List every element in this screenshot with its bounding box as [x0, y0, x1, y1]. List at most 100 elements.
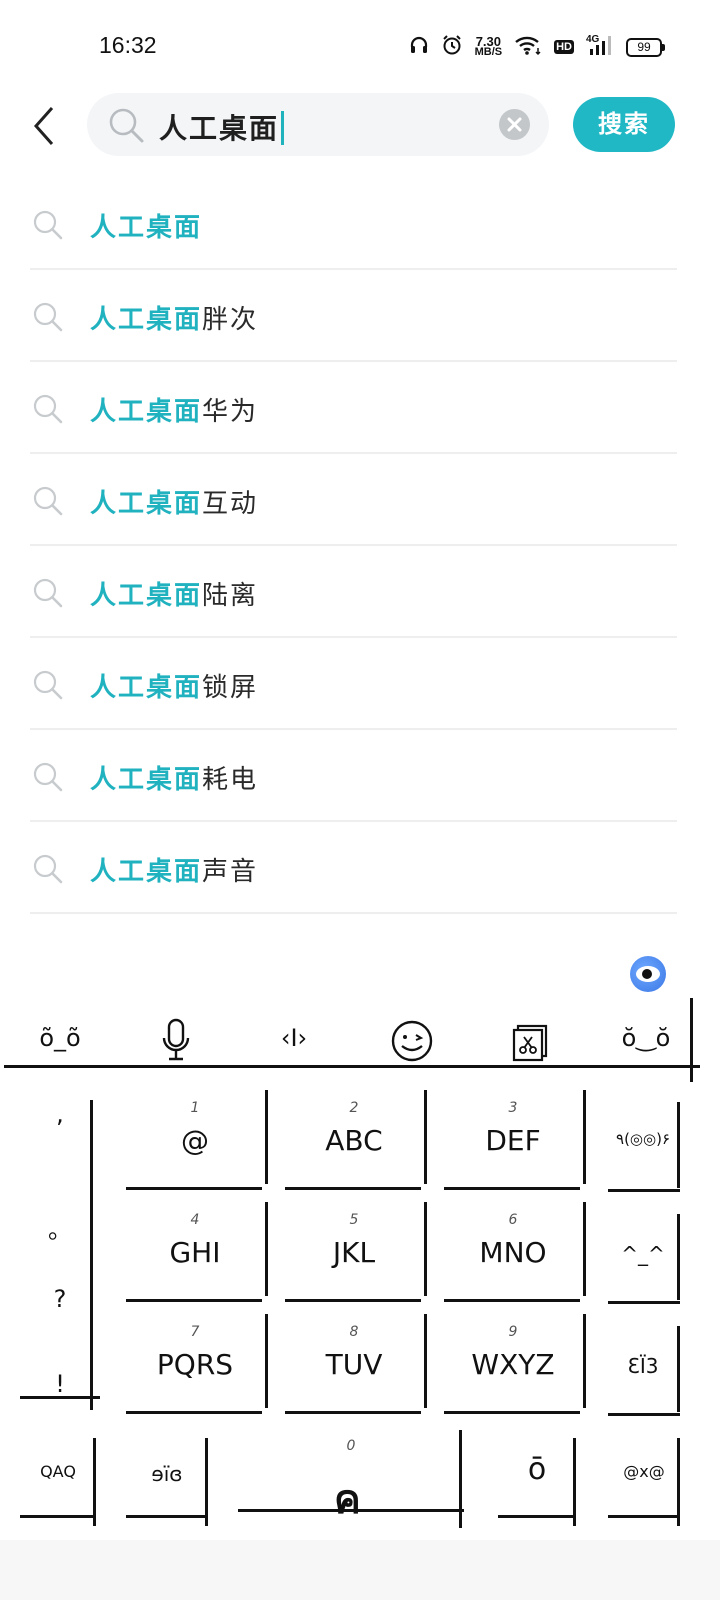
key-underline [126, 1411, 262, 1414]
suggestion-highlight: 人工桌面 [90, 489, 203, 519]
key-sideline [93, 1438, 96, 1526]
key-sideline [424, 1090, 427, 1184]
key-7[interactable]: 7 PQRS [126, 1314, 268, 1414]
key-sideline [205, 1438, 208, 1526]
punct-question-key[interactable]: ? [30, 1285, 90, 1313]
suggestion-rest: 耗电 [202, 765, 259, 795]
suggestion-item[interactable]: 人工桌面 [30, 178, 677, 270]
key-sideline [573, 1438, 576, 1526]
search-icon [32, 209, 64, 245]
punct-period-key[interactable]: 。 [30, 1210, 90, 1245]
suggestion-text: 人工桌面耗电 [90, 759, 258, 796]
back-button[interactable] [26, 104, 66, 148]
key-4[interactable]: 4 GHI [126, 1202, 268, 1302]
emoticon-key-dizzy[interactable]: @x@ [608, 1438, 680, 1526]
assistant-ball-icon[interactable] [630, 956, 666, 992]
suggestion-highlight: 人工桌面 [90, 765, 203, 795]
emoticon-text: ɘïɞ [151, 1462, 183, 1486]
suggestion-rest: 胖次 [202, 305, 259, 335]
key-underline [126, 1187, 262, 1190]
key-1[interactable]: 1 @ [126, 1090, 268, 1190]
key-number: 9 [508, 1324, 518, 1340]
clear-button[interactable] [499, 109, 530, 140]
search-input[interactable]: 人工桌面 [87, 93, 549, 156]
search-button[interactable]: 搜索 [573, 97, 675, 152]
text-caret [281, 111, 285, 145]
suggestion-rest: 互动 [202, 489, 259, 519]
search-icon [32, 761, 64, 797]
key-underline [444, 1411, 580, 1414]
key-number: 1 [190, 1100, 200, 1116]
punct-comma-key[interactable]: , [30, 1100, 90, 1128]
key-underline [285, 1411, 421, 1414]
key-underline [608, 1413, 680, 1416]
key-number: 7 [190, 1324, 200, 1340]
clock: 16:32 [99, 32, 157, 58]
punctuation-column: , 。 ? ! [30, 1090, 90, 1398]
emoticon-text: QAQ [40, 1462, 76, 1481]
clipboard-icon[interactable] [490, 1022, 570, 1068]
key-underline [285, 1187, 421, 1190]
key-8[interactable]: 8 TUV [285, 1314, 427, 1414]
search-icon [32, 577, 64, 613]
suggestion-item[interactable]: 人工桌面互动 [30, 454, 677, 546]
key-number: 5 [349, 1212, 359, 1228]
suggestion-item[interactable]: 人工桌面声音 [30, 822, 677, 914]
key-5[interactable]: 5 JKL [285, 1202, 427, 1302]
suggestion-highlight: 人工桌面 [90, 673, 203, 703]
key-3[interactable]: 3 DEF [444, 1090, 586, 1190]
toolbar-divider-vertical [690, 998, 693, 1082]
key-underline [126, 1515, 208, 1518]
key-letters: MNO [479, 1236, 547, 1269]
emoji-icon[interactable] [372, 1020, 452, 1068]
key-underline [238, 1509, 464, 1512]
space-key[interactable]: 0 ค [238, 1430, 464, 1528]
status-bar: 16:32 7.30 MB/S HD 4G 99 [0, 0, 720, 90]
key-letters: @ [181, 1124, 209, 1157]
suggestion-highlight: 人工桌面 [90, 397, 203, 427]
key-number: 8 [349, 1324, 359, 1340]
emoticon-key-qaq[interactable]: QAQ [20, 1438, 96, 1526]
close-icon [499, 117, 530, 144]
microphone-icon[interactable] [136, 1018, 216, 1068]
key-6[interactable]: 6 MNO [444, 1202, 586, 1302]
key-sideline [459, 1430, 462, 1528]
alarm-icon [441, 34, 463, 60]
key-9[interactable]: 9 WXYZ [444, 1314, 586, 1414]
search-query-text[interactable]: 人工桌面 [159, 107, 285, 147]
cursor-move-button[interactable]: ‹I› [254, 1024, 334, 1052]
search-icon [32, 301, 64, 337]
search-icon [32, 485, 64, 521]
key-sideline [677, 1326, 680, 1412]
emoticon-left-button[interactable]: õ_õ [20, 1024, 100, 1052]
key-underline [20, 1515, 96, 1518]
emoticon-key-butterfly[interactable]: ɘïɞ [126, 1438, 208, 1526]
key-number: 4 [190, 1212, 200, 1228]
suggestion-item[interactable]: 人工桌面锁屏 [30, 638, 677, 730]
suggestion-text: 人工桌面胖次 [90, 299, 258, 336]
emoticon-right-button[interactable]: ŏ‿ŏ [606, 1024, 686, 1052]
emoticon-text: ƐÏ3 [627, 1354, 659, 1378]
suggestion-item[interactable]: 人工桌面耗电 [30, 730, 677, 822]
suggestion-highlight: 人工桌面 [90, 213, 203, 243]
emoticon-key[interactable]: ^_^ [608, 1214, 680, 1304]
emoticon-key[interactable]: ƐÏ3 [608, 1326, 680, 1416]
key-sideline [265, 1090, 268, 1184]
key-sideline [265, 1314, 268, 1408]
emoticon-key-mouth[interactable]: ō [498, 1438, 576, 1526]
suggestion-item[interactable]: 人工桌面陆离 [30, 546, 677, 638]
suggestion-item[interactable]: 人工桌面胖次 [30, 270, 677, 362]
suggestion-highlight: 人工桌面 [90, 305, 203, 335]
punct-exclaim-key[interactable]: ! [30, 1370, 90, 1398]
key-sideline [583, 1314, 586, 1408]
svg-text:4G: 4G [586, 34, 600, 45]
suggestion-rest: 陆离 [202, 581, 259, 611]
key-number: 0 [346, 1438, 356, 1454]
search-icon [32, 669, 64, 705]
suggestion-item[interactable]: 人工桌面华为 [30, 362, 677, 454]
space-glyph: ค [334, 1477, 361, 1523]
key-2[interactable]: 2 ABC [285, 1090, 427, 1190]
emoticon-key[interactable]: ٩(◎◎)۶ [608, 1102, 680, 1192]
emoticon-text: @x@ [623, 1462, 665, 1481]
key-sideline [677, 1102, 680, 1188]
